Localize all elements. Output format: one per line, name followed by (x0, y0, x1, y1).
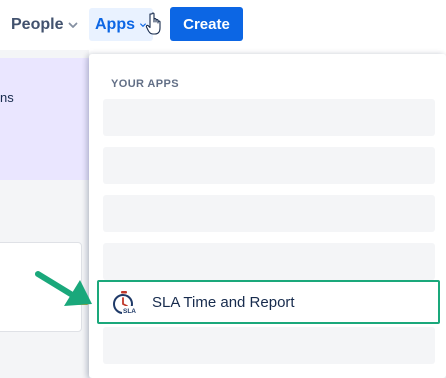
loading-placeholder (103, 99, 435, 136)
section-title-your-apps: YOUR APPS (111, 78, 179, 90)
loading-placeholder (103, 195, 435, 232)
loading-placeholder (103, 327, 435, 364)
chevron-down-icon (69, 22, 78, 28)
background-banner (0, 58, 89, 180)
create-button[interactable]: Create (170, 7, 243, 41)
app-item-label: SLA Time and Report (152, 294, 295, 311)
app-item-sla-time-and-report[interactable]: SLA SLA Time and Report (97, 280, 440, 324)
annotation-arrow (35, 271, 92, 306)
stopwatch-icon: SLA (113, 291, 136, 315)
hand-cursor-icon (145, 12, 161, 35)
loading-placeholder (103, 147, 435, 184)
apps-dropdown-menu: YOUR APPS SLA SLA Time and Report (89, 54, 446, 378)
nav-people[interactable]: People (5, 8, 85, 41)
loading-placeholder (103, 243, 435, 280)
top-navigation: People Apps Create (0, 0, 446, 50)
nav-people-label: People (11, 15, 64, 33)
app-icon-text: SLA (123, 308, 136, 315)
nav-apps-label: Apps (95, 15, 135, 33)
banner-text-fragment: ns (0, 90, 14, 105)
